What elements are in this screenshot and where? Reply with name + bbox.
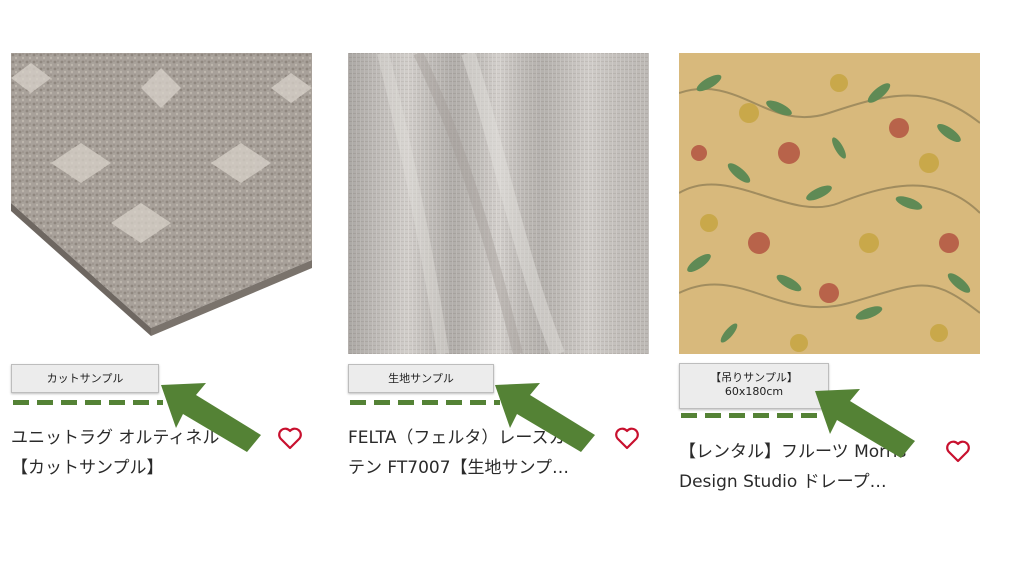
green-dashed-underline [13, 400, 163, 405]
favorite-heart-icon[interactable] [614, 426, 640, 450]
product-card-3[interactable]: 【吊りサンプル】 60x180cm 【レンタル】フルーツ Morris Desi… [679, 53, 980, 492]
arrow-up-left-icon [815, 389, 915, 458]
product-card-1[interactable]: カットサンプル ユニットラグ オルティネル 【カットサンプル】 [11, 53, 312, 478]
green-dashed-underline [350, 400, 500, 405]
arrow-up-left-icon [161, 383, 261, 452]
sample-type-tag: カットサンプル [11, 364, 159, 393]
arrow-up-left-icon [495, 383, 595, 452]
product-image-carpet[interactable] [11, 53, 312, 354]
product-card-2[interactable]: 生地サンプル FELTA（フェルタ）レースカー テン FT7007【生地サンプ… [348, 53, 649, 478]
favorite-heart-icon[interactable] [945, 439, 971, 463]
sample-type-tag: 生地サンプル [348, 364, 494, 393]
sample-type-tag: 【吊りサンプル】 60x180cm [679, 363, 829, 409]
green-dashed-underline [681, 413, 831, 418]
product-image-curtain[interactable] [348, 53, 649, 354]
favorite-heart-icon[interactable] [277, 426, 303, 450]
product-image-morris-fabric[interactable] [679, 53, 980, 354]
